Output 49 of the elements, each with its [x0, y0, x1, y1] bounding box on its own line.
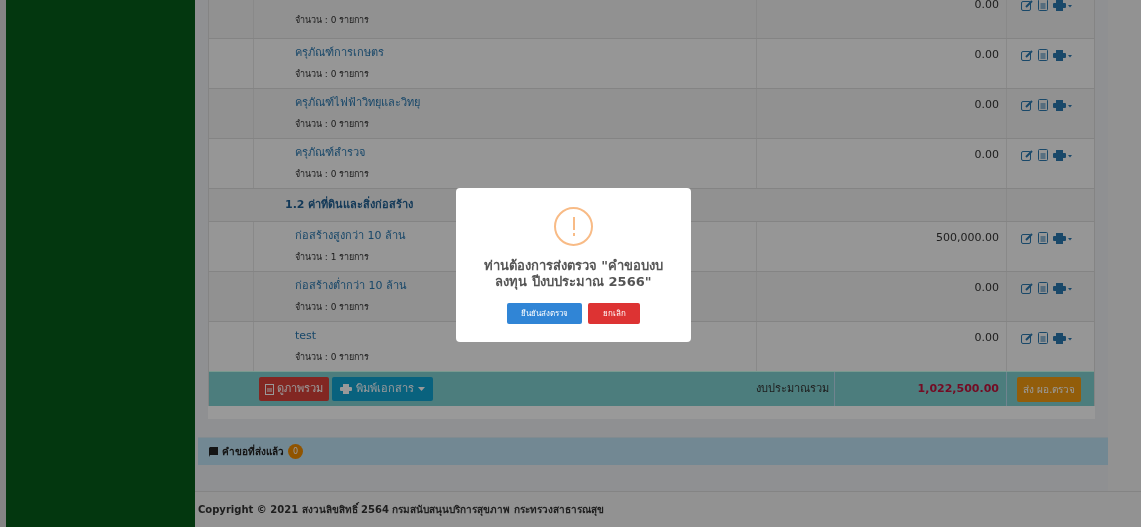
item-amount: 0.00 — [974, 280, 999, 296]
section-title: 1.2 ค่าที่ดินและสิ่งก่อสร้าง — [285, 196, 414, 213]
item-amount: 0.00 — [974, 147, 999, 163]
item-amount: 0.00 — [974, 97, 999, 113]
item-title-link[interactable]: ครุภัณฑ์ไฟฟ้าวิทยุและวิทยุ — [295, 95, 420, 112]
cancel-button[interactable]: ยกเลิก — [588, 303, 640, 324]
item-count: จำนวน : 0 รายการ — [295, 117, 370, 131]
item-title-link[interactable]: ครุภัณฑ์การเกษตร — [295, 45, 384, 62]
document-icon[interactable] — [1038, 49, 1048, 61]
send-button[interactable]: ส่ง ผอ.ตรวจ — [1017, 376, 1082, 402]
edit-icon[interactable] — [1021, 0, 1033, 11]
edit-icon[interactable] — [1021, 232, 1033, 244]
item-title-link[interactable]: ก่อสร้างสูงกว่า 10 ล้าน — [295, 228, 406, 245]
overview-button[interactable]: ดูภาพรวม — [259, 377, 329, 401]
item-count: จำนวน : 0 รายการ — [295, 300, 370, 314]
item-count: จำนวน : 0 รายการ — [295, 167, 370, 181]
item-amount: 500,000.00 — [936, 230, 999, 246]
item-count: จำนวน : 1 รายการ — [295, 250, 370, 264]
sent-requests-title: คำขอที่ส่งแล้ว — [222, 444, 284, 459]
document-icon[interactable] — [1038, 332, 1048, 344]
item-amount: 0.00 — [974, 330, 999, 346]
item-count: จำนวน : 0 รายการ — [295, 350, 370, 364]
document-icon[interactable] — [1038, 282, 1048, 294]
dialog-message: ท่านต้องการส่งตรวจ "คำขอบงบลงทุน ปีงบประมาณ 2566" — [482, 258, 665, 290]
item-title-link[interactable]: test — [295, 328, 317, 345]
item-amount: 0.00 — [974, 0, 999, 13]
document-icon[interactable] — [1038, 99, 1048, 111]
item-title-link[interactable]: ครุภัณฑ์สำรวจ — [295, 145, 365, 162]
edit-icon[interactable] — [1021, 49, 1033, 61]
count-badge: 0 — [288, 444, 303, 459]
document-icon[interactable] — [1038, 149, 1048, 161]
item-title-link[interactable]: ก่อสร้างต่ำกว่า 10 ล้าน — [295, 278, 407, 295]
document-icon[interactable] — [1038, 0, 1048, 11]
warning-icon — [554, 207, 593, 246]
document-icon[interactable] — [1038, 232, 1048, 244]
document-icon — [265, 383, 274, 395]
edit-icon[interactable] — [1021, 332, 1033, 344]
item-count: จำนวน : 0 รายการ — [295, 14, 370, 27]
total-amount: 1,022,500.00 — [917, 380, 999, 397]
print-button[interactable]: พิมพ์เอกสาร — [332, 377, 433, 401]
confirm-button[interactable]: ยืนยันส่งตรวจ — [507, 303, 582, 324]
item-count: จำนวน : 0 รายการ — [295, 67, 370, 81]
item-amount: 0.00 — [974, 47, 999, 63]
edit-icon[interactable] — [1021, 149, 1033, 161]
total-label: งบประมาณรวม — [756, 380, 830, 397]
edit-icon[interactable] — [1021, 99, 1033, 111]
caret-icon — [418, 387, 425, 391]
copyright-text: Copyright © 2021 สงวนลิขสิทธิ์ 2564 กรมสนับสนุนบริการสุขภาพ กระทรวงสาธารณสุข — [198, 502, 604, 517]
edit-icon[interactable] — [1021, 282, 1033, 294]
